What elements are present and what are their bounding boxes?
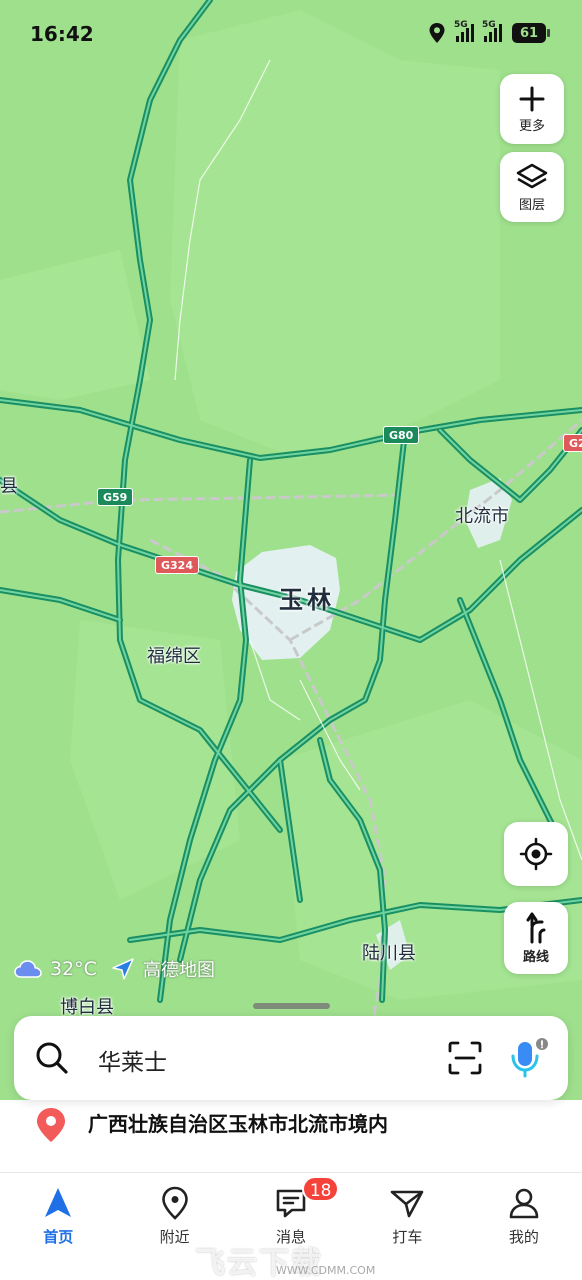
crosshair-icon bbox=[519, 837, 553, 871]
weather-widget[interactable]: 32°C 高德地图 bbox=[14, 956, 215, 982]
tab-home[interactable]: 首页 bbox=[0, 1174, 116, 1280]
more-button[interactable]: 更多 bbox=[500, 74, 564, 144]
status-icons: 5G 5G 61 bbox=[428, 20, 550, 44]
scan-icon[interactable] bbox=[448, 1041, 482, 1075]
locate-me-button[interactable] bbox=[504, 822, 568, 886]
road-shield-g324: G324 bbox=[155, 556, 199, 574]
city-label[interactable]: 玉林 bbox=[279, 580, 335, 615]
route-turn-icon bbox=[526, 912, 546, 943]
road-shield-g59: G59 bbox=[97, 488, 134, 506]
location-pin-outline-icon bbox=[161, 1186, 188, 1220]
district-label-luchuan[interactable]: 陆川县 bbox=[362, 939, 416, 965]
location-status-icon bbox=[429, 23, 445, 43]
amap-logo-icon bbox=[112, 958, 134, 980]
route-button[interactable]: 路线 bbox=[504, 902, 568, 974]
network-type-1: 5G bbox=[454, 20, 468, 30]
search-bar[interactable]: 华莱士 bbox=[14, 1016, 568, 1100]
layers-label: 图层 bbox=[518, 197, 545, 213]
signal-icon-1: 5G bbox=[454, 20, 474, 42]
district-label-beiliu[interactable]: 北流市 bbox=[455, 502, 509, 528]
district-label-fumian[interactable]: 福绵区 bbox=[147, 642, 201, 668]
tab-profile[interactable]: 我的 bbox=[466, 1174, 582, 1280]
taxi-icon bbox=[391, 1190, 424, 1218]
tab-home-label: 首页 bbox=[43, 1228, 74, 1246]
plus-icon bbox=[519, 86, 545, 111]
current-location-row[interactable]: 广西壮族自治区玉林市北流市境内 bbox=[0, 1100, 582, 1172]
signal-icon-2: 5G bbox=[482, 20, 502, 42]
location-pin-icon bbox=[37, 1108, 65, 1142]
road-shield-g2: G2 bbox=[563, 434, 582, 452]
road-shield-g80: G80 bbox=[383, 426, 420, 444]
voice-microphone-icon[interactable] bbox=[508, 1036, 548, 1080]
route-label: 路线 bbox=[522, 949, 549, 965]
navigation-arrow-icon bbox=[45, 1188, 72, 1217]
tabbar-divider bbox=[0, 1172, 582, 1173]
tab-profile-label: 我的 bbox=[508, 1228, 539, 1246]
sheet-drag-handle[interactable] bbox=[253, 1003, 330, 1009]
user-icon bbox=[509, 1188, 539, 1219]
tab-nearby-label: 附近 bbox=[159, 1228, 190, 1246]
district-label-edge[interactable]: 县 bbox=[0, 472, 18, 498]
message-count-badge: 18 bbox=[301, 1176, 340, 1202]
watermark-sub: WWW.CDMM.COM bbox=[276, 1264, 376, 1277]
search-icon bbox=[36, 1042, 68, 1074]
layers-icon bbox=[516, 163, 548, 188]
tab-taxi-label: 打车 bbox=[392, 1228, 423, 1246]
more-label: 更多 bbox=[518, 118, 545, 134]
cloud-icon bbox=[14, 960, 42, 978]
amap-logo-text: 高德地图 bbox=[142, 960, 215, 981]
current-location-text: 广西壮族自治区玉林市北流市境内 bbox=[88, 1112, 388, 1136]
network-type-2: 5G bbox=[482, 20, 496, 30]
battery-icon: 61 bbox=[512, 23, 550, 43]
search-input[interactable]: 华莱士 bbox=[98, 1043, 167, 1077]
status-time: 16:42 bbox=[30, 22, 94, 46]
temperature: 32°C bbox=[50, 958, 97, 980]
layers-button[interactable]: 图层 bbox=[500, 152, 564, 222]
status-bar: 16:42 5G 5G 61 bbox=[0, 0, 582, 70]
